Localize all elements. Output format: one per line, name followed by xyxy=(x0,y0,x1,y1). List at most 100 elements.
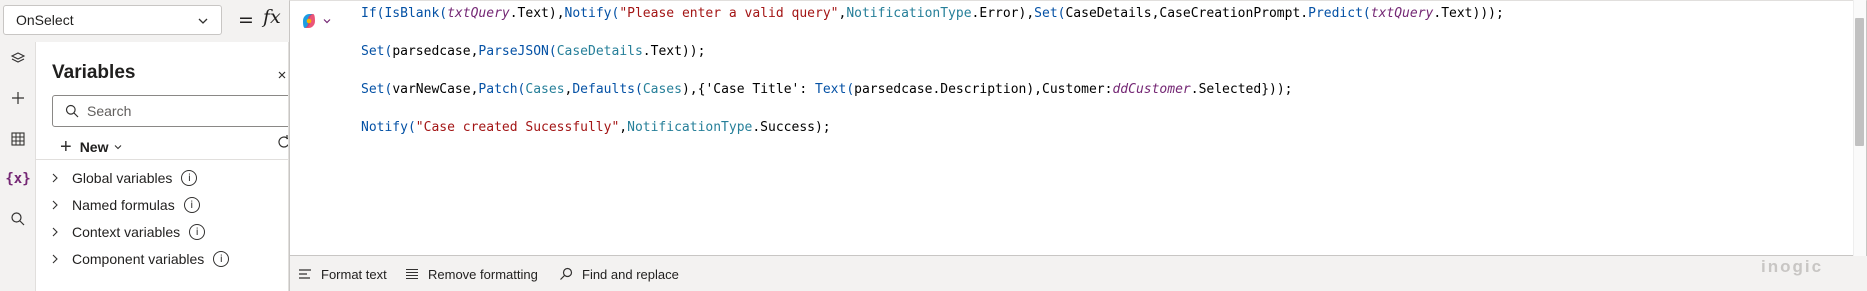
brand-watermark: inogic xyxy=(1761,257,1824,276)
code-token: .Error) xyxy=(971,6,1027,21)
code-token: Set( xyxy=(361,44,393,59)
find-replace-button[interactable]: Find and replace xyxy=(559,265,679,283)
code-token: Cases xyxy=(525,82,565,97)
new-label: New xyxy=(79,139,109,155)
code-token: Set( xyxy=(1034,6,1066,21)
section-context-variables[interactable]: Context variables i xyxy=(48,220,206,244)
code-token: parsedcase xyxy=(854,82,933,97)
code-token: ParseJSON( xyxy=(478,44,557,59)
plus-icon: + xyxy=(60,136,72,158)
code-token: txtQuery xyxy=(1370,6,1434,21)
format-text-label: Format text xyxy=(321,266,387,282)
formula-toolbar: Format text Remove formatting Find and r… xyxy=(289,256,1867,291)
code-token: parsedcase xyxy=(392,44,471,59)
chevron-down-icon xyxy=(115,145,122,150)
code-token: .Selected})); xyxy=(1190,82,1293,97)
find-replace-label: Find and replace xyxy=(582,266,679,282)
section-named-formulas[interactable]: Named formulas i xyxy=(48,193,200,217)
close-icon[interactable] xyxy=(277,67,287,85)
code-token: Customer xyxy=(1042,82,1105,97)
code-token: ),{ xyxy=(681,82,706,97)
code-token: , xyxy=(556,6,565,21)
section-label: Named formulas xyxy=(72,197,175,213)
code-token: Defaults( xyxy=(572,82,643,97)
code-token: IsBlank( xyxy=(384,6,448,21)
search-placeholder: Search xyxy=(87,103,132,119)
code-token: ddCustomer xyxy=(1112,82,1191,97)
property-dropdown[interactable]: OnSelect xyxy=(3,5,222,35)
remove-formatting-button[interactable]: Remove formatting xyxy=(405,265,538,283)
code-token: If( xyxy=(361,6,385,21)
equals-sign: = xyxy=(238,9,254,31)
formula-code[interactable]: If(IsBlank(txtQuery.Text),Notify("Please… xyxy=(361,6,1504,158)
code-token: , xyxy=(619,120,628,135)
format-text-icon xyxy=(299,269,311,279)
code-token: "Case created Sucessfully" xyxy=(415,120,620,135)
refresh-icon[interactable] xyxy=(276,134,288,155)
property-name: OnSelect xyxy=(16,12,74,28)
code-token: .Description), xyxy=(932,82,1043,97)
code-token: txtQuery xyxy=(447,6,510,21)
section-label: Global variables xyxy=(72,170,173,186)
copilot-button[interactable] xyxy=(300,10,340,32)
code-token: Set( xyxy=(361,82,393,97)
code-line[interactable]: Notify("Case created Sucessfully",Notifi… xyxy=(361,120,1504,158)
variables-icon[interactable]: {x} xyxy=(0,164,36,194)
pane-title: Variables xyxy=(52,62,136,83)
code-token: .Success); xyxy=(752,120,831,135)
scrollbar-thumb[interactable] xyxy=(1855,18,1864,146)
code-token: . xyxy=(1300,6,1309,21)
code-token: Notify( xyxy=(361,120,416,135)
search-icon xyxy=(560,267,573,280)
code-line[interactable]: Set(varNewCase,Patch(Cases,Defaults(Case… xyxy=(361,82,1504,120)
variables-pane: Variables Search + New Global variables … xyxy=(36,42,289,291)
new-button[interactable]: + New xyxy=(60,134,123,160)
section-global-variables[interactable]: Global variables i xyxy=(48,166,198,190)
code-token: .Text))); xyxy=(1433,6,1504,21)
section-component-variables[interactable]: Component variables i xyxy=(48,247,230,271)
info-icon[interactable]: i xyxy=(183,197,200,213)
layers-icon[interactable] xyxy=(0,44,36,74)
code-token: Patch( xyxy=(478,82,526,97)
code-token: NotificationType xyxy=(627,120,753,135)
chevron-down-icon xyxy=(197,14,209,30)
code-line[interactable]: Set(parsedcase,ParseJSON(CaseDetails.Tex… xyxy=(361,44,1504,82)
data-icon[interactable] xyxy=(0,124,36,154)
divider xyxy=(36,159,288,160)
code-token: CaseCreationPrompt xyxy=(1159,6,1301,21)
code-token: Notify( xyxy=(564,6,620,21)
remove-formatting-label: Remove formatting xyxy=(428,266,538,282)
code-token: .Text)); xyxy=(642,44,706,59)
code-token: CaseDetails xyxy=(556,44,643,59)
left-rail: {x} xyxy=(0,42,36,291)
chevron-right-icon xyxy=(48,254,62,264)
code-token: Text( xyxy=(815,82,855,97)
code-token: Cases xyxy=(642,82,682,97)
search-icon[interactable] xyxy=(0,204,36,234)
chevron-right-icon xyxy=(48,200,62,210)
fx-icon: fx xyxy=(263,6,281,28)
code-token: , xyxy=(1026,6,1035,21)
code-token: : xyxy=(799,82,816,97)
remove-formatting-icon xyxy=(406,268,418,280)
code-token: 'Case Title' xyxy=(705,82,800,97)
code-token: Predict( xyxy=(1308,6,1371,21)
info-icon[interactable]: i xyxy=(189,224,206,240)
chevron-down-icon xyxy=(323,19,331,24)
code-token: NotificationType xyxy=(846,6,972,21)
code-token: "Please enter a valid query" xyxy=(619,6,839,21)
power-apps-formula-editor: OnSelect = fx {x} Variables Search + New… xyxy=(0,0,1867,291)
copilot-icon xyxy=(303,14,315,28)
plus-icon[interactable] xyxy=(0,83,36,113)
info-icon[interactable]: i xyxy=(181,170,198,186)
code-token: varNewCase xyxy=(392,82,471,97)
search-input[interactable]: Search xyxy=(52,95,288,127)
chevron-right-icon xyxy=(48,173,62,183)
section-label: Context variables xyxy=(72,224,181,240)
code-token: .Text) xyxy=(509,6,557,21)
code-token: CaseDetails xyxy=(1065,6,1152,21)
format-text-button[interactable]: Format text xyxy=(298,265,387,283)
info-icon[interactable]: i xyxy=(213,251,230,267)
code-line[interactable]: If(IsBlank(txtQuery.Text),Notify("Please… xyxy=(361,6,1504,44)
chevron-right-icon xyxy=(48,227,62,237)
